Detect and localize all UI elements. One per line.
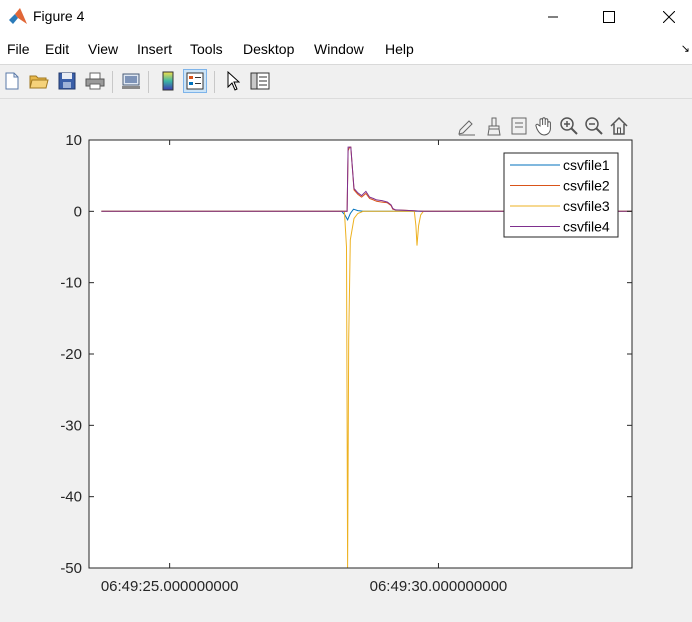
restore-view-button[interactable] — [608, 115, 630, 137]
home-icon — [610, 116, 628, 135]
y-tick-label: -50 — [60, 560, 82, 577]
x-tick-label: 06:49:30.000000000 — [370, 578, 508, 595]
legend-label: csvfile4 — [563, 219, 610, 235]
legend-label: csvfile3 — [563, 198, 610, 214]
edit-brush-button[interactable] — [456, 115, 478, 137]
pan-button[interactable] — [533, 115, 555, 137]
data-brush-icon — [487, 117, 501, 136]
edit-brush-icon — [458, 120, 475, 136]
y-tick-label: 10 — [65, 132, 82, 149]
data-tips-button[interactable] — [508, 115, 530, 137]
x-tick-label: 06:49:25.000000000 — [101, 578, 239, 595]
data-tips-icon — [511, 117, 527, 135]
y-tick-label: -30 — [60, 417, 82, 434]
zoom-out-button[interactable] — [583, 115, 605, 137]
legend-label: csvfile2 — [563, 178, 610, 194]
zoom-out-icon — [585, 117, 603, 135]
zoom-in-button[interactable] — [558, 115, 580, 137]
data-brush-button[interactable] — [483, 115, 505, 137]
plot-svg: 10 0 -10 -20 -30 -40 -50 06:49:25.000000000 06:4… — [60, 132, 633, 595]
y-tick-label: -20 — [60, 346, 82, 363]
y-tick-label: -10 — [60, 275, 82, 292]
zoom-in-icon — [560, 117, 578, 135]
legend-label: csvfile1 — [563, 157, 610, 173]
legend[interactable]: csvfile1 csvfile2 csvfile3 csvfile4 — [503, 152, 619, 238]
y-tick-label: -40 — [60, 489, 82, 506]
pan-hand-icon — [535, 117, 551, 136]
y-tick-label: 0 — [74, 203, 82, 220]
